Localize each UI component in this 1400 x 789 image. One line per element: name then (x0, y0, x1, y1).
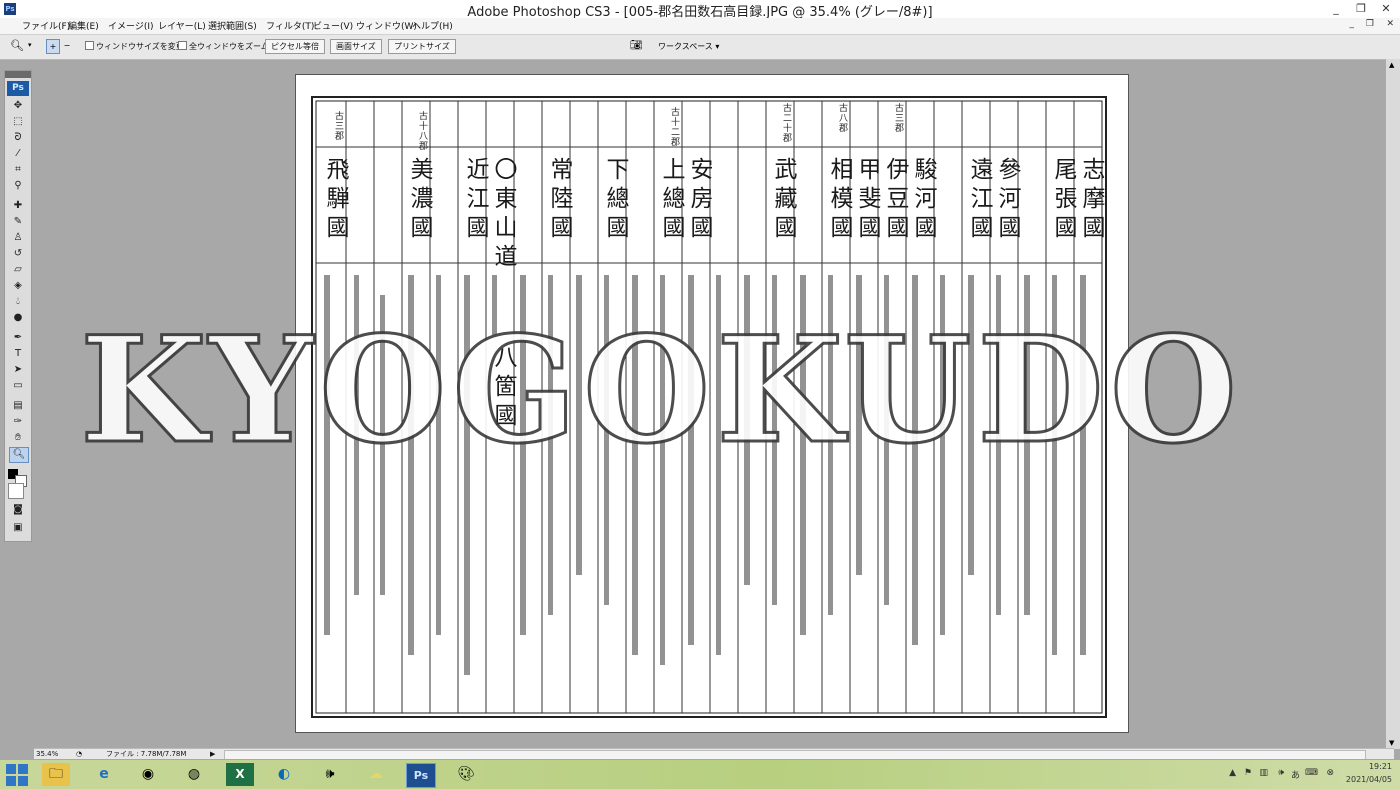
zoom-out-icon[interactable]: − (61, 39, 73, 52)
blur-icon[interactable]: 💧︎ (9, 295, 27, 309)
menu-image[interactable]: イメージ(I) (108, 19, 154, 32)
tray-keyboard-icon[interactable]: ⌨ (1305, 768, 1318, 778)
menu-filter[interactable]: フィルタ(T) (266, 19, 314, 32)
doc-minimize-button[interactable]: _ (1350, 19, 1355, 29)
windows-start-icon[interactable] (6, 764, 28, 786)
tray-close-icon[interactable]: ⊗ (1326, 768, 1334, 778)
tray-ime-icon[interactable]: あ (1291, 768, 1300, 781)
chrome-icon[interactable]: ◉ (134, 763, 162, 786)
tray-expand-icon[interactable]: ▲ (1229, 768, 1236, 778)
options-bar: 🔍︎ ▾ + − ウィンドウサイズを変更 全ウィンドウをズーム ピクセル等倍 画… (0, 34, 1400, 60)
shape-icon[interactable]: ▭ (9, 379, 27, 393)
color-picker-preview[interactable] (8, 483, 24, 499)
brush-icon[interactable]: ✎ (9, 215, 27, 229)
minimize-button[interactable]: _ (1324, 0, 1348, 17)
doc-close-button[interactable]: ✕ (1386, 19, 1394, 29)
zoom-tool-icon[interactable]: 🔍︎ (10, 39, 24, 52)
watermark-text: KYOGOKUDO (78, 304, 1244, 478)
excel-icon[interactable]: X (226, 763, 254, 786)
menu-view[interactable]: ビュー(V) (313, 19, 353, 32)
tray-volume-icon[interactable]: 🕪︎ (1278, 768, 1284, 778)
tool-preset-dropdown-icon[interactable]: ▾ (28, 41, 32, 49)
clock-date: 2021/04/05 (1345, 775, 1392, 784)
menu-edit[interactable]: 編集(E) (68, 19, 99, 32)
weather-app-icon[interactable]: ☁ (362, 763, 390, 786)
screen-mode-icon[interactable]: ▣ (9, 521, 27, 535)
hand-icon[interactable]: ✋︎ (9, 431, 27, 445)
bucket-icon[interactable]: ◈ (9, 279, 27, 293)
clock-time: 19:21 (1368, 762, 1392, 771)
move-icon[interactable]: ✥ (9, 99, 27, 113)
photoshop-taskbar-icon[interactable]: Ps (406, 763, 436, 788)
scroll-up-icon[interactable]: ▲ (1389, 61, 1394, 69)
lasso-icon[interactable]: ᘐ (9, 131, 27, 145)
browser-icon[interactable]: ◍ (180, 763, 208, 786)
edge-icon[interactable]: ◐ (270, 763, 298, 786)
clock[interactable]: 19:21 2021/04/05 (1346, 761, 1392, 785)
close-button[interactable]: ✕ (1374, 0, 1398, 17)
stamp-icon[interactable]: ♙ (9, 231, 27, 245)
zoom-all-windows-checkbox[interactable]: 全ウィンドウをズーム (178, 41, 269, 52)
menu-bar: ファイル(F) 編集(E) イメージ(I) レイヤー(L) 選択範囲(S) フィ… (0, 18, 1400, 34)
eraser-icon[interactable]: ▱ (9, 263, 27, 277)
toolbox-grip[interactable] (5, 71, 31, 78)
menu-layer[interactable]: レイヤー(L) (158, 19, 206, 32)
workspace-menu[interactable]: ワークスペース ▾ (658, 41, 719, 52)
toolbox: Ps ✥ ⬚ ᘐ ⁄ ⌗ ⚲ ✚ ✎ ♙ ↺ ▱ ◈ 💧︎ ● ✒ T ➤ ▭ … (4, 70, 32, 542)
paint-icon[interactable]: 🎨︎ (452, 763, 480, 786)
crop-icon[interactable]: ⌗ (9, 163, 27, 177)
quick-mask-icon[interactable]: ◙ (9, 503, 27, 517)
tray-flag-icon[interactable]: ⚑ (1244, 768, 1252, 778)
zoom-icon[interactable]: 🔍︎ (9, 447, 29, 463)
notes-icon[interactable]: ▤ (9, 399, 27, 413)
fit-screen-button[interactable]: 画面サイズ (330, 39, 382, 54)
healing-icon[interactable]: ✚ (9, 199, 27, 213)
bridge-icon[interactable]: 📷︎ (630, 40, 643, 51)
photoshop-logo[interactable]: Ps (7, 81, 29, 96)
eyedropper2-icon[interactable]: ✑ (9, 415, 27, 429)
tray-network-icon[interactable]: ▥ (1259, 768, 1268, 778)
menu-file[interactable]: ファイル(F) (22, 19, 70, 32)
actual-pixels-button[interactable]: ピクセル等倍 (265, 39, 325, 54)
menu-select[interactable]: 選択範囲(S) (208, 19, 257, 32)
taskbar: 🗀︎ e ◉ ◍ X ◐ 🕪︎ ☁ Ps 🎨︎ ▲ ⚑ ▥ 🕪︎ あ ⌨ ⊗ 1… (0, 759, 1400, 789)
menu-help[interactable]: ヘルプ(H) (412, 19, 453, 32)
pen-icon[interactable]: ✒ (9, 331, 27, 345)
history-brush-icon[interactable]: ↺ (9, 247, 27, 261)
file-explorer-icon[interactable]: 🗀︎ (42, 763, 70, 786)
doc-restore-button[interactable]: ❐ (1366, 19, 1374, 29)
magic-wand-icon[interactable]: ⁄ (9, 147, 27, 161)
speaker-app-icon[interactable]: 🕪︎ (316, 763, 344, 786)
restore-button[interactable]: ❐ (1349, 0, 1373, 17)
dodge-icon[interactable]: ● (9, 311, 27, 325)
eyedropper-icon[interactable]: ⚲ (9, 179, 27, 193)
vertical-scrollbar[interactable]: ▲ ▼ (1385, 59, 1400, 749)
internet-explorer-icon[interactable]: e (90, 763, 118, 786)
zoom-in-icon[interactable]: + (46, 39, 60, 54)
resize-windows-checkbox[interactable]: ウィンドウサイズを変更 (85, 41, 184, 52)
scroll-down-icon[interactable]: ▼ (1389, 739, 1394, 747)
type-icon[interactable]: T (9, 347, 27, 361)
title-bar: Ps Adobe Photoshop CS3 - [005-郡名田数石高目録.J… (0, 0, 1400, 20)
path-select-icon[interactable]: ➤ (9, 363, 27, 377)
print-size-button[interactable]: プリントサイズ (388, 39, 456, 54)
menu-window[interactable]: ウィンドウ(W) (356, 19, 417, 32)
marquee-icon[interactable]: ⬚ (9, 115, 27, 129)
